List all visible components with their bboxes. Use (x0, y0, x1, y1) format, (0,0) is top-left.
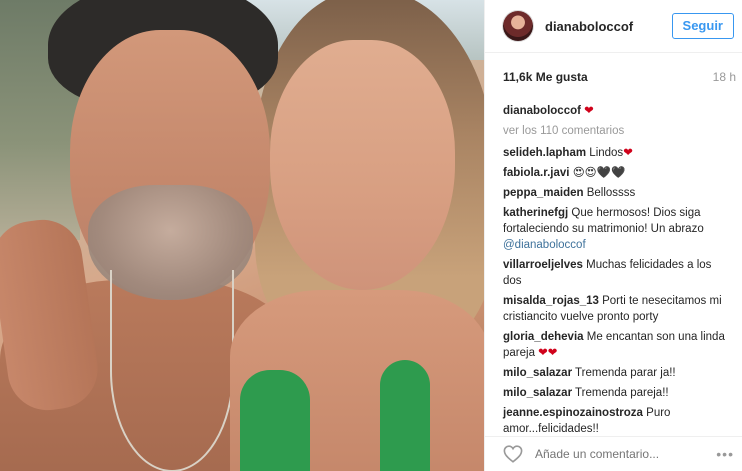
post-age[interactable]: 18 h (713, 70, 736, 84)
comment-username[interactable]: milo_salazar (503, 367, 572, 379)
caption: dianaboloccof ❤ (503, 103, 732, 119)
more-options-icon[interactable]: ••• (716, 446, 734, 462)
comment-item: misalda_rojas_13 Porti te nesecitamos mi… (503, 293, 732, 325)
comment-text: Bellossss (586, 187, 636, 199)
instagram-post: dianaboloccof Seguir 11,6k Me gusta 18 h… (0, 0, 742, 471)
comment-username[interactable]: jeanne.espinozainostroza (503, 407, 643, 419)
photo-woman-face (270, 40, 455, 290)
comment-item: fabiola.r.javi 😍😍🖤🖤 (503, 165, 732, 181)
comment-item: katherinefgj Que hermosos! Dios siga for… (503, 205, 732, 253)
photo-necklace (110, 270, 234, 471)
comment-item: milo_salazar Tremenda parar ja!! (503, 365, 732, 381)
comment-bar: ••• (485, 436, 742, 471)
heart-outline-icon[interactable] (503, 445, 523, 463)
avatar[interactable] (503, 11, 533, 41)
header-username[interactable]: dianaboloccof (545, 19, 633, 34)
comment-text: Tremenda parar ja!! (575, 367, 676, 379)
comment-username[interactable]: milo_salazar (503, 387, 572, 399)
caption-username[interactable]: dianaboloccof (503, 105, 581, 117)
comment-item: villarroeljelves Muchas felicidades a lo… (503, 257, 732, 289)
post-side-panel: dianaboloccof Seguir 11,6k Me gusta 18 h… (484, 0, 742, 471)
comment-username[interactable]: katherinefgj (503, 207, 568, 219)
comment-item: milo_salazar Tremenda pareja!! (503, 385, 732, 401)
comment-username[interactable]: selideh.lapham (503, 147, 586, 159)
view-all-comments-link[interactable]: ver los 110 comentarios (503, 123, 732, 139)
comment-item: gloria_dehevia Me encantan son una linda… (503, 329, 732, 361)
comment-username[interactable]: gloria_dehevia (503, 331, 584, 343)
comment-emoji: ❤ (623, 147, 633, 159)
post-photo[interactable] (0, 0, 484, 471)
comment-item: peppa_maiden Bellossss (503, 185, 732, 201)
photo-bikini-right (380, 360, 430, 471)
photo-bikini-left (240, 370, 310, 471)
post-meta: 11,6k Me gusta 18 h (485, 53, 742, 101)
comments-list: dianaboloccof ❤ ver los 110 comentarios … (485, 101, 742, 437)
comment-username[interactable]: fabiola.r.javi (503, 167, 569, 179)
comment-text: Lindos (589, 147, 624, 159)
comment-username[interactable]: villarroeljelves (503, 259, 583, 271)
comment-input[interactable] (533, 446, 697, 462)
follow-button[interactable]: Seguir (671, 13, 734, 39)
likes-count[interactable]: 11,6k Me gusta (503, 70, 588, 84)
comment-mention-link[interactable]: @dianaboloccof (503, 239, 586, 251)
comment-text: Tremenda pareja!! (575, 387, 669, 399)
comment-item: selideh.lapham Lindos❤ (503, 145, 732, 161)
comment-username[interactable]: misalda_rojas_13 (503, 295, 599, 307)
comment-item: jeanne.espinozainostroza Puro amor...fel… (503, 405, 732, 437)
comment-emoji: ❤❤ (538, 347, 558, 359)
comment-emoji: 😍😍🖤🖤 (572, 167, 626, 179)
post-header: dianaboloccof Seguir (485, 0, 742, 53)
caption-heart-emoji: ❤ (584, 105, 594, 117)
comment-username[interactable]: peppa_maiden (503, 187, 584, 199)
